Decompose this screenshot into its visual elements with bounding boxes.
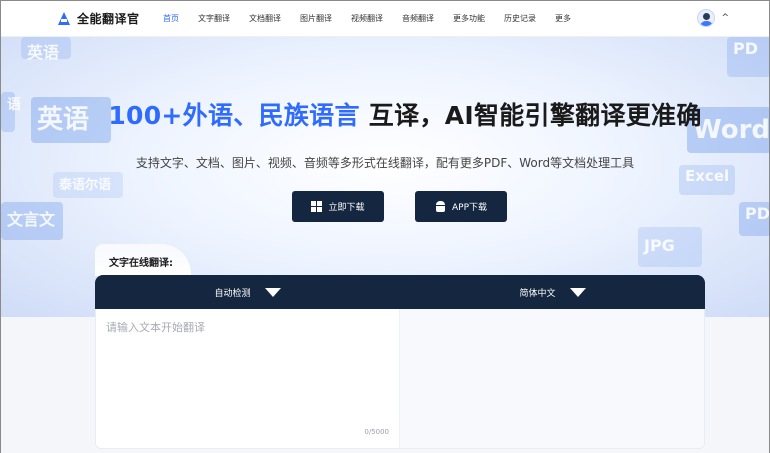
decorative-tile: 英语: [21, 37, 71, 62]
target-language-select[interactable]: 简体中文: [400, 275, 705, 309]
avatar[interactable]: [697, 9, 716, 27]
translator-panel: 0/5000: [95, 309, 705, 449]
source-language-label: 自动检测: [214, 288, 251, 299]
app-download-button[interactable]: APP下载: [415, 191, 507, 222]
caret-down-icon: [264, 287, 281, 297]
hero-title: 100+外语、民族语言 互译，AI智能引擎翻译更准确: [1, 96, 769, 132]
source-language-select[interactable]: 自动检测: [95, 275, 400, 309]
app-download-button-label: APP下载: [451, 203, 487, 213]
logo-text: 全能翻译官: [77, 12, 140, 26]
nav-item-video-translate[interactable]: 视频翻译: [351, 1, 383, 37]
decorative-tile: JPG: [638, 227, 702, 267]
target-language-label: 简体中文: [519, 288, 556, 299]
source-text-input[interactable]: [96, 309, 399, 448]
nav-item-more-features[interactable]: 更多功能: [453, 1, 485, 37]
main-nav: 首页 文字翻译 文档翻译 图片翻译 视频翻译 音频翻译 更多功能 历史记录 更多: [163, 1, 590, 37]
nav-item-home[interactable]: 首页: [163, 1, 179, 37]
character-count: 0/5000: [364, 428, 389, 436]
nav-item-text-translate[interactable]: 文字翻译: [198, 1, 230, 37]
caret-down-icon: [569, 287, 586, 297]
user-menu[interactable]: ^: [697, 9, 729, 27]
decorative-tile: PD: [739, 202, 769, 236]
android-icon: [435, 200, 446, 213]
nav-item-audio-translate[interactable]: 音频翻译: [402, 1, 434, 37]
top-navigation-bar: 全能翻译官 首页 文字翻译 文档翻译 图片翻译 视频翻译 音频翻译 更多功能 历…: [1, 1, 769, 37]
nav-item-image-translate[interactable]: 图片翻译: [300, 1, 332, 37]
decorative-tile: 文言文: [1, 202, 63, 240]
decorative-tile: PD: [727, 37, 769, 77]
logo-a-icon: [57, 11, 71, 26]
hero-title-highlight: 100+外语、民族语言: [108, 101, 360, 130]
nav-item-document-translate[interactable]: 文档翻译: [249, 1, 281, 37]
hero-title-rest: 互译，AI智能引擎翻译更准确: [368, 101, 702, 130]
chevron-up-icon[interactable]: ^: [721, 13, 729, 23]
nav-item-more[interactable]: 更多: [555, 1, 571, 37]
windows-icon: [311, 201, 323, 212]
hero-subtitle: 支持文字、文档、图片、视频、音频等多形式在线翻译，配有更多PDF、Word等文档…: [135, 156, 635, 170]
logo[interactable]: 全能翻译官: [57, 10, 163, 27]
decorative-tile: 泰语尔语: [53, 172, 123, 198]
language-selector-bar: 自动检测 简体中文: [95, 275, 705, 309]
download-button[interactable]: 立即下载: [292, 191, 384, 222]
download-button-label: 立即下载: [328, 203, 365, 213]
translator-tab-title: 文字在线翻译:: [95, 244, 191, 276]
nav-item-history[interactable]: 历史记录: [504, 1, 536, 37]
source-text-area: 0/5000: [96, 309, 400, 448]
translation-output-area: [400, 309, 704, 448]
